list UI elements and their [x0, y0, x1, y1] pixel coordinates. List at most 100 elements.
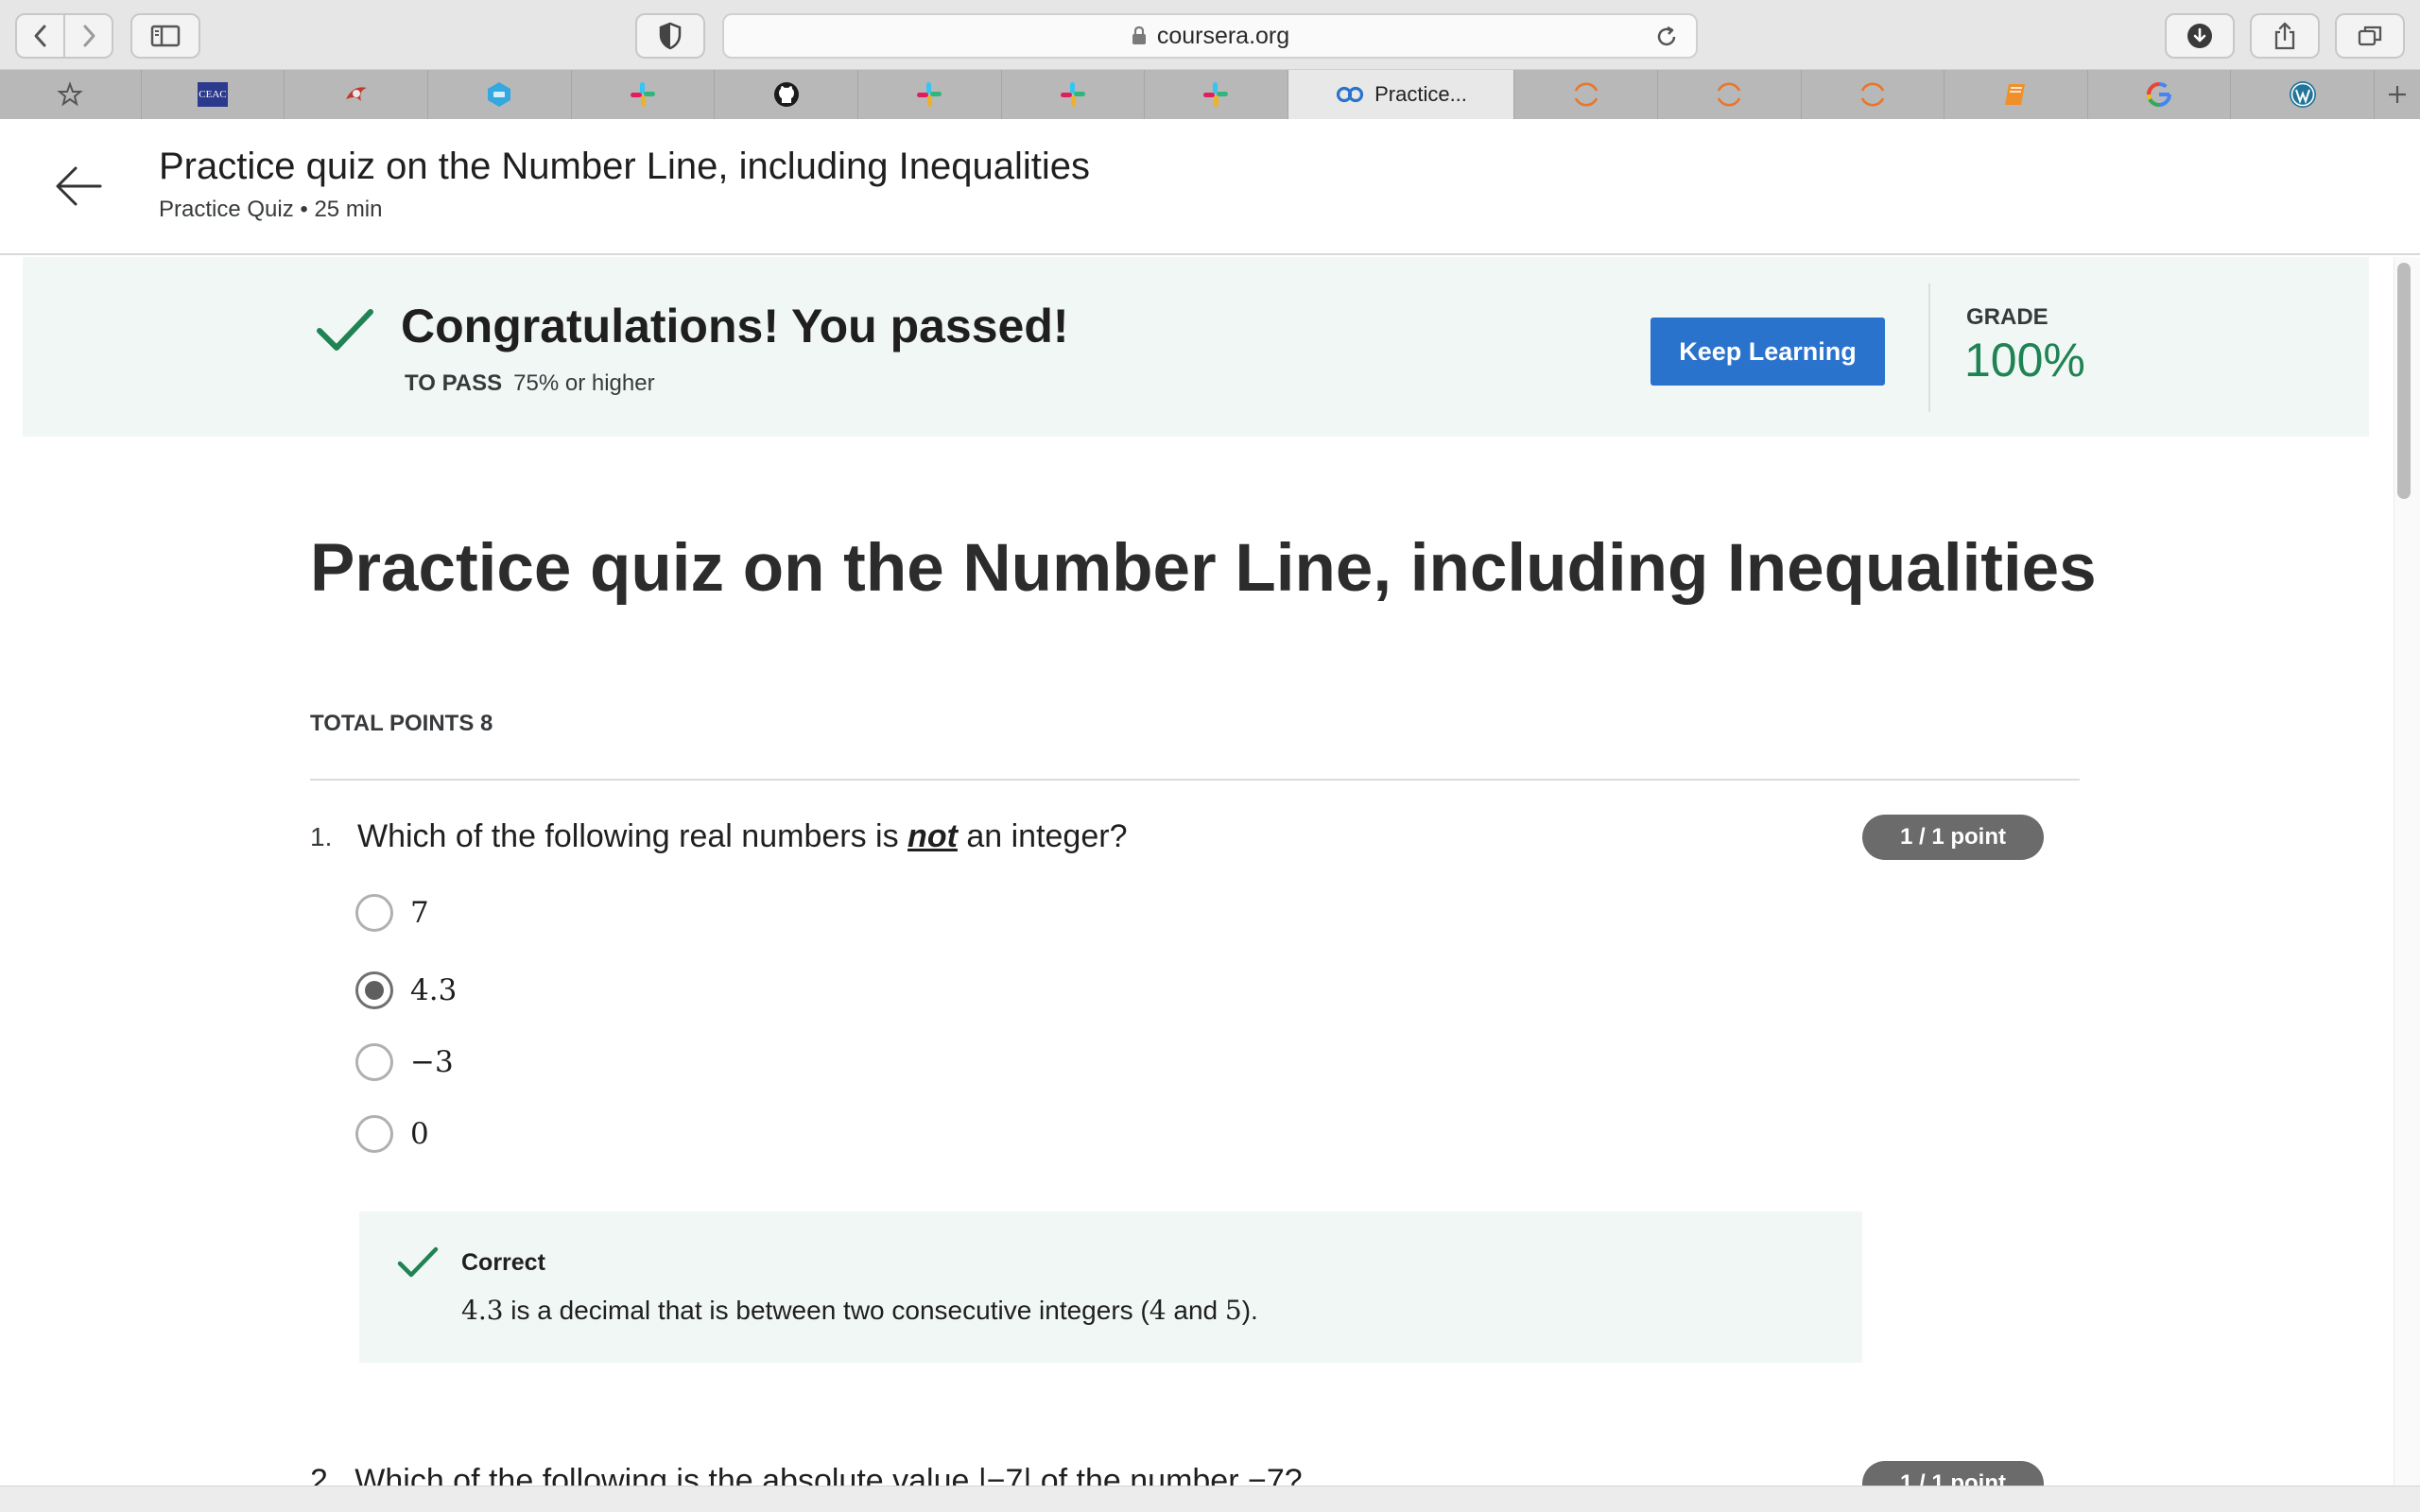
feedback-text: 4.3 is a decimal that is between two con…: [461, 1295, 1258, 1326]
arrow-left-icon: [56, 166, 102, 206]
slack-icon: [630, 82, 655, 107]
back-link[interactable]: [53, 161, 104, 216]
share-button[interactable]: [2250, 13, 2320, 59]
ceac-icon: CEAC: [197, 82, 228, 107]
question-text-emphasis: not: [908, 818, 958, 854]
page-title: Practice quiz on the Number Line, includ…: [159, 146, 1091, 187]
browser-tab[interactable]: [1145, 70, 1288, 119]
new-tab-button[interactable]: [2375, 70, 2420, 119]
bookmark-tab[interactable]: [0, 70, 142, 119]
points-badge: 1 / 1 point: [1862, 815, 2044, 860]
radio-button[interactable]: [355, 1115, 393, 1153]
option-label: 4.3: [410, 973, 458, 1007]
browser-toolbar: coursera.org: [0, 0, 2420, 70]
tab-label: Practice...: [1374, 82, 1467, 106]
answer-option-selected[interactable]: 4.3: [355, 970, 457, 1011]
browser-tab[interactable]: [1658, 70, 1802, 119]
feedback-number: 4: [1149, 1295, 1167, 1326]
feedback-text-part: is a decimal that is between two consecu…: [503, 1296, 1150, 1325]
browser-tab[interactable]: [1002, 70, 1146, 119]
slack-icon: [1060, 82, 1085, 107]
browser-tab[interactable]: CEAC: [142, 70, 285, 119]
tab-bar: CEAC Practice...: [0, 70, 2420, 119]
forward-button[interactable]: [63, 15, 112, 57]
feedback-text-part: ).: [1241, 1296, 1258, 1325]
option-label: 0: [410, 1117, 429, 1151]
reload-icon: [1657, 26, 1676, 46]
loading-spinner-icon: [1717, 82, 1741, 107]
feedback-box: Correct 4.3 is a decimal that is between…: [359, 1211, 1862, 1363]
grade-label: GRADE: [1966, 304, 2048, 330]
quiz-title: Practice quiz on the Number Line, includ…: [310, 531, 2097, 606]
answer-option[interactable]: −3: [355, 1041, 454, 1083]
bird-logo-icon: [345, 87, 367, 101]
history-nav: [15, 13, 113, 59]
answer-option[interactable]: 0: [355, 1113, 429, 1155]
feedback-number: 5: [1224, 1295, 1242, 1326]
checkmark-icon: [317, 309, 373, 351]
coursera-icon: [1336, 86, 1364, 103]
browser-tab[interactable]: [715, 70, 858, 119]
tabs-icon: [2358, 26, 2382, 46]
checkmark-icon: [397, 1246, 439, 1278]
browser-tab[interactable]: [858, 70, 1002, 119]
window-bottom-edge: [0, 1486, 2420, 1512]
keep-learning-button[interactable]: Keep Learning: [1651, 318, 1885, 386]
plus-icon: [2389, 86, 2406, 103]
sidebar-toggle-button[interactable]: [130, 13, 200, 59]
pass-requirement: TO PASS 75% or higher: [405, 370, 655, 397]
address-bar[interactable]: coursera.org: [722, 13, 1698, 59]
question-text-start: Which of the following real numbers is: [357, 818, 908, 854]
browser-tab[interactable]: [572, 70, 716, 119]
downloads-button[interactable]: [2165, 13, 2235, 59]
question-text-end: an integer?: [957, 818, 1128, 854]
option-label: 7: [410, 896, 429, 930]
browser-tab[interactable]: [1514, 70, 1658, 119]
grade-divider: [1928, 284, 1930, 412]
result-title: Congratulations! You passed!: [401, 300, 1069, 352]
browser-tab[interactable]: [2088, 70, 2232, 119]
radio-dot: [365, 981, 384, 1000]
radio-button[interactable]: [355, 1043, 393, 1081]
page-subtitle: Practice Quiz • 25 min: [159, 197, 383, 222]
browser-tab[interactable]: [2231, 70, 2376, 119]
chevron-left-icon: [34, 25, 45, 47]
shield-icon: [659, 22, 682, 50]
privacy-shield-button[interactable]: [635, 13, 705, 59]
feedback-number: 4.3: [461, 1295, 504, 1326]
tab-overview-button[interactable]: [2335, 13, 2405, 59]
url-text: coursera.org: [1156, 22, 1290, 49]
browser-tab[interactable]: [1945, 70, 2088, 119]
book-icon: [2005, 84, 2026, 105]
answer-option[interactable]: 7: [355, 892, 429, 934]
download-icon: [2187, 24, 2212, 48]
pass-requirement-value: 75% or higher: [513, 370, 655, 396]
loading-spinner-icon: [1860, 82, 1885, 107]
browser-tab[interactable]: [428, 70, 572, 119]
browser-tab[interactable]: [1802, 70, 1945, 119]
browser-tab-active[interactable]: Practice...: [1288, 70, 1515, 119]
radio-button-checked[interactable]: [355, 971, 393, 1009]
hexagon-badge-icon: [488, 82, 511, 107]
chevron-right-icon: [83, 25, 95, 47]
result-banner: Congratulations! You passed! TO PASS 75% …: [23, 257, 2369, 437]
scrollbar-thumb[interactable]: [2397, 263, 2411, 499]
total-points: TOTAL POINTS 8: [310, 711, 493, 736]
wordpress-icon: [2289, 81, 2316, 108]
loading-spinner-icon: [1574, 82, 1598, 107]
browser-tab[interactable]: [285, 70, 428, 119]
radio-button[interactable]: [355, 894, 393, 932]
question-text: Which of the following real numbers is n…: [357, 818, 1128, 855]
slack-icon: [1203, 82, 1229, 107]
grade-value: 100%: [1964, 334, 2085, 387]
reload-button[interactable]: [1654, 25, 1679, 54]
back-button[interactable]: [17, 15, 63, 57]
feedback-title: Correct: [461, 1249, 545, 1276]
option-label: −3: [410, 1045, 454, 1079]
page-header: Practice quiz on the Number Line, includ…: [0, 119, 2420, 255]
question-number: 1.: [310, 822, 333, 851]
star-icon: [57, 81, 84, 107]
lock-icon: [1132, 26, 1146, 44]
slack-icon: [917, 82, 942, 107]
sidebar-icon: [150, 25, 181, 47]
